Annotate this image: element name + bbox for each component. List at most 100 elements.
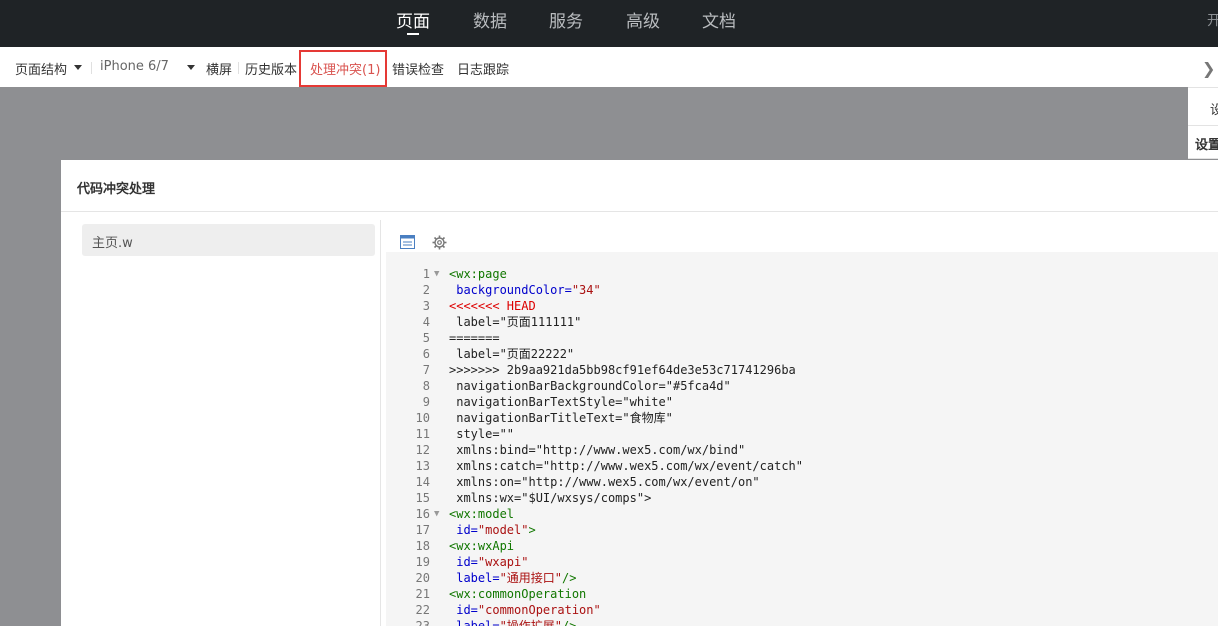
code-text: >>>>>>> 2b9aa921da5bb98cf91ef64de3e53c71…	[449, 362, 796, 378]
panel-settings-label: 设置	[1195, 138, 1218, 153]
code-text: <wx:wxApi	[449, 538, 514, 554]
line-number: 17	[415, 523, 430, 537]
code-line[interactable]: 13 xmlns:catch="http://www.wex5.com/wx/e…	[386, 458, 1218, 474]
panel-settings-header: 设置	[1188, 126, 1218, 159]
code-line[interactable]: 16 ▼ <wx:model	[386, 506, 1218, 522]
code-token: <wx:wxApi	[449, 539, 515, 553]
code-text: navigationBarBackgroundColor="#5fca4d"	[449, 378, 731, 394]
landscape-button[interactable]: 横屏	[206, 59, 232, 78]
code-line[interactable]: 4 label="页面111111"	[386, 314, 1218, 330]
line-number: 13	[415, 459, 430, 473]
line-number: 23	[415, 619, 430, 626]
panel-tab-label: 设	[1210, 99, 1218, 118]
line-number: 18	[415, 539, 430, 553]
code-line[interactable]: 15 xmlns:wx="$UI/wxsys/comps">	[386, 490, 1218, 506]
top-navigation: 页面 数据 服务 高级 文档 开	[0, 0, 1218, 47]
code-token: />	[562, 619, 577, 626]
panel-toggle[interactable]: ❯	[1188, 47, 1218, 88]
log-trace-button[interactable]: 日志跟踪	[457, 59, 509, 78]
code-text: label="页面111111"	[449, 314, 581, 330]
fold-toggle-icon[interactable]: ▼	[434, 506, 439, 522]
line-number: 3	[422, 299, 430, 313]
code-line[interactable]: 7 >>>>>>> 2b9aa921da5bb98cf91ef64de3e53c7…	[386, 362, 1218, 378]
code-text: xmlns:wx="$UI/wxsys/comps">	[449, 490, 651, 506]
line-number: 2	[422, 283, 430, 297]
code-token: navigationBarTextStyle="white"	[449, 395, 673, 409]
device-caret-icon[interactable]	[187, 65, 195, 70]
line-number: 19	[415, 555, 430, 569]
code-editor[interactable]: 1 ▼ <wx:page 2 backgroundColor="34" 3 <<<<<<<…	[386, 252, 1218, 626]
code-token: "通用接口"	[499, 571, 563, 585]
code-line[interactable]: 14 xmlns:on="http://www.wex5.com/wx/even…	[386, 474, 1218, 490]
code-line[interactable]: 6 label="页面22222"	[386, 346, 1218, 362]
code-line[interactable]: 9 navigationBarTextStyle="white"	[386, 394, 1218, 410]
top-right-menu[interactable]: 开	[1207, 10, 1218, 30]
code-token: "操作扩展"	[499, 619, 563, 626]
code-text: =======	[449, 330, 500, 346]
code-line[interactable]: 5 =======	[386, 330, 1218, 346]
device-select[interactable]: iPhone 6/7	[100, 59, 169, 74]
code-token: id=	[449, 555, 478, 569]
code-line[interactable]: 23 label="操作扩展"/>	[386, 618, 1218, 626]
code-line[interactable]: 20 label="通用接口"/>	[386, 570, 1218, 586]
code-token: label=	[449, 571, 500, 585]
code-text: backgroundColor="34"	[449, 282, 601, 298]
fold-toggle-icon[interactable]: ▼	[434, 266, 439, 282]
chevron-right-icon[interactable]: ❯	[1202, 59, 1215, 78]
line-number: 14	[415, 475, 430, 489]
code-token: xmlns:wx="$UI/wxsys/comps">	[449, 491, 652, 505]
code-line[interactable]: 12 xmlns:bind="http://www.wex5.com/wx/bi…	[386, 442, 1218, 458]
tab-advanced[interactable]: 高级	[626, 7, 660, 32]
tab-page[interactable]: 页面	[396, 7, 430, 32]
conflict-dialog: 代码冲突处理 主页.w 1 ▼ <wx:page 2 backgroundCol…	[61, 160, 1218, 626]
code-token: "model"	[477, 523, 529, 537]
code-line[interactable]: 2 backgroundColor="34"	[386, 282, 1218, 298]
code-line[interactable]: 21 <wx:commonOperation	[386, 586, 1218, 602]
conflict-file-list: 主页.w	[82, 224, 375, 256]
code-token: >>>>>>> 2b9aa921da5bb98cf91ef64de3e53c71…	[449, 363, 796, 377]
code-line[interactable]: 11 style=""	[386, 426, 1218, 442]
line-number: 21	[415, 587, 430, 601]
error-check-button[interactable]: 错误检查	[392, 59, 444, 78]
history-button[interactable]: 历史版本	[245, 59, 297, 78]
toolbar-divider	[91, 62, 92, 74]
code-token: backgroundColor=	[449, 283, 572, 297]
code-line[interactable]: 3 <<<<<<< HEAD	[386, 298, 1218, 314]
conflict-highlight-box	[299, 50, 387, 87]
code-text: <<<<<<< HEAD	[449, 298, 536, 314]
page-structure-button[interactable]: 页面结构	[15, 59, 67, 78]
code-line[interactable]: 1 ▼ <wx:page	[386, 266, 1218, 282]
code-text: xmlns:bind="http://www.wex5.com/wx/bind"	[449, 442, 745, 458]
code-line[interactable]: 10 navigationBarTitleText="食物库"	[386, 410, 1218, 426]
tab-docs[interactable]: 文档	[702, 7, 736, 32]
code-text: label="页面22222"	[449, 346, 574, 362]
code-token: xmlns:catch="http://www.wex5.com/wx/even…	[449, 459, 804, 473]
tab-service[interactable]: 服务	[549, 7, 583, 32]
code-token: =======	[449, 331, 500, 345]
layout-view-icon[interactable]	[400, 234, 415, 253]
code-line[interactable]: 18 <wx:wxApi	[386, 538, 1218, 554]
code-token: label="页面22222"	[449, 347, 575, 361]
code-token: navigationBarBackgroundColor="#5fca4d"	[449, 379, 731, 393]
code-token: navigationBarTitleText="食物库"	[449, 411, 673, 425]
panel-tab[interactable]: 设	[1188, 88, 1218, 126]
code-line[interactable]: 19 id="wxapi"	[386, 554, 1218, 570]
code-token: id=	[449, 523, 478, 537]
file-list-item[interactable]: 主页.w	[82, 224, 375, 256]
line-number: 11	[415, 427, 430, 441]
line-number: 15	[415, 491, 430, 505]
code-text: navigationBarTitleText="食物库"	[449, 410, 673, 426]
code-line[interactable]: 8 navigationBarBackgroundColor="#5fca4d"	[386, 378, 1218, 394]
line-number: 8	[422, 379, 430, 393]
code-line[interactable]: 22 id="commonOperation"	[386, 602, 1218, 618]
code-token: <<<<<<< HEAD	[449, 299, 536, 313]
code-token: label=	[449, 619, 500, 626]
line-number: 1	[422, 267, 430, 281]
code-line[interactable]: 17 id="model">	[386, 522, 1218, 538]
tab-data[interactable]: 数据	[473, 7, 507, 32]
line-number: 6	[422, 347, 430, 361]
page-structure-caret-icon[interactable]	[74, 65, 82, 70]
designer-toolbar: 页面结构 iPhone 6/7 横屏 历史版本 处理冲突(1) 错误检查 日志跟…	[0, 47, 1188, 87]
line-number: 16	[415, 507, 430, 521]
code-token: <wx:commonOperation	[449, 587, 587, 601]
